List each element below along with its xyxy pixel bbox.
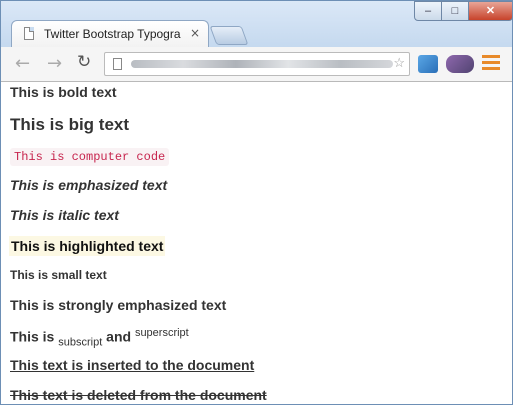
- blurred-url: [131, 60, 393, 68]
- small-text: This is small text: [10, 268, 107, 282]
- italic-text: This is italic text: [10, 207, 119, 223]
- subsup-and: and: [102, 328, 135, 345]
- close-window-button[interactable]: ✕: [468, 1, 512, 21]
- strong-text: This is strongly emphasized text: [10, 297, 227, 313]
- superscript-text: superscript: [134, 327, 189, 339]
- page-viewport: This is bold text This is big text This …: [1, 82, 512, 404]
- tab-close-icon[interactable]: ×: [190, 26, 200, 40]
- menu-icon[interactable]: [482, 55, 500, 71]
- tab-title: Twitter Bootstrap Typogra: [44, 27, 181, 41]
- address-bar[interactable]: ☆: [104, 52, 410, 76]
- browser-toolbar: ← → ↻ ☆: [1, 47, 512, 82]
- back-arrow-icon[interactable]: ←: [15, 53, 30, 74]
- extension-icon[interactable]: [418, 55, 438, 73]
- highlighted-text: This is highlighted text: [9, 236, 166, 256]
- browser-tab[interactable]: Twitter Bootstrap Typogra ×: [11, 20, 209, 47]
- subscript-superscript-line: This is subscript and superscript: [10, 327, 189, 348]
- big-text: This is big text: [10, 115, 130, 134]
- forward-arrow-icon[interactable]: →: [47, 53, 62, 74]
- minimize-button[interactable]: ‒: [414, 1, 442, 21]
- extension-icon[interactable]: [446, 55, 474, 73]
- bold-text: This is bold text: [10, 84, 117, 100]
- page-icon: [113, 58, 122, 70]
- inserted-text: This text is inserted to the document: [10, 357, 255, 373]
- deleted-text: This text is deleted from the document: [10, 387, 267, 403]
- maximize-button[interactable]: □: [441, 1, 469, 21]
- subsup-prefix: This is: [10, 328, 59, 345]
- subscript-text: subscript: [58, 336, 103, 349]
- emphasized-text: This is emphasized text: [10, 177, 168, 193]
- bookmark-star-icon[interactable]: ☆: [393, 55, 405, 71]
- title-bar: Twitter Bootstrap Typogra × ‒ □ ✕: [1, 1, 512, 47]
- reload-icon[interactable]: ↻: [77, 52, 91, 72]
- new-tab-button[interactable]: [209, 26, 249, 45]
- browser-window: Twitter Bootstrap Typogra × ‒ □ ✕ ← → ↻ …: [0, 0, 513, 405]
- page-icon: [24, 27, 34, 40]
- code-text: This is computer code: [10, 148, 170, 166]
